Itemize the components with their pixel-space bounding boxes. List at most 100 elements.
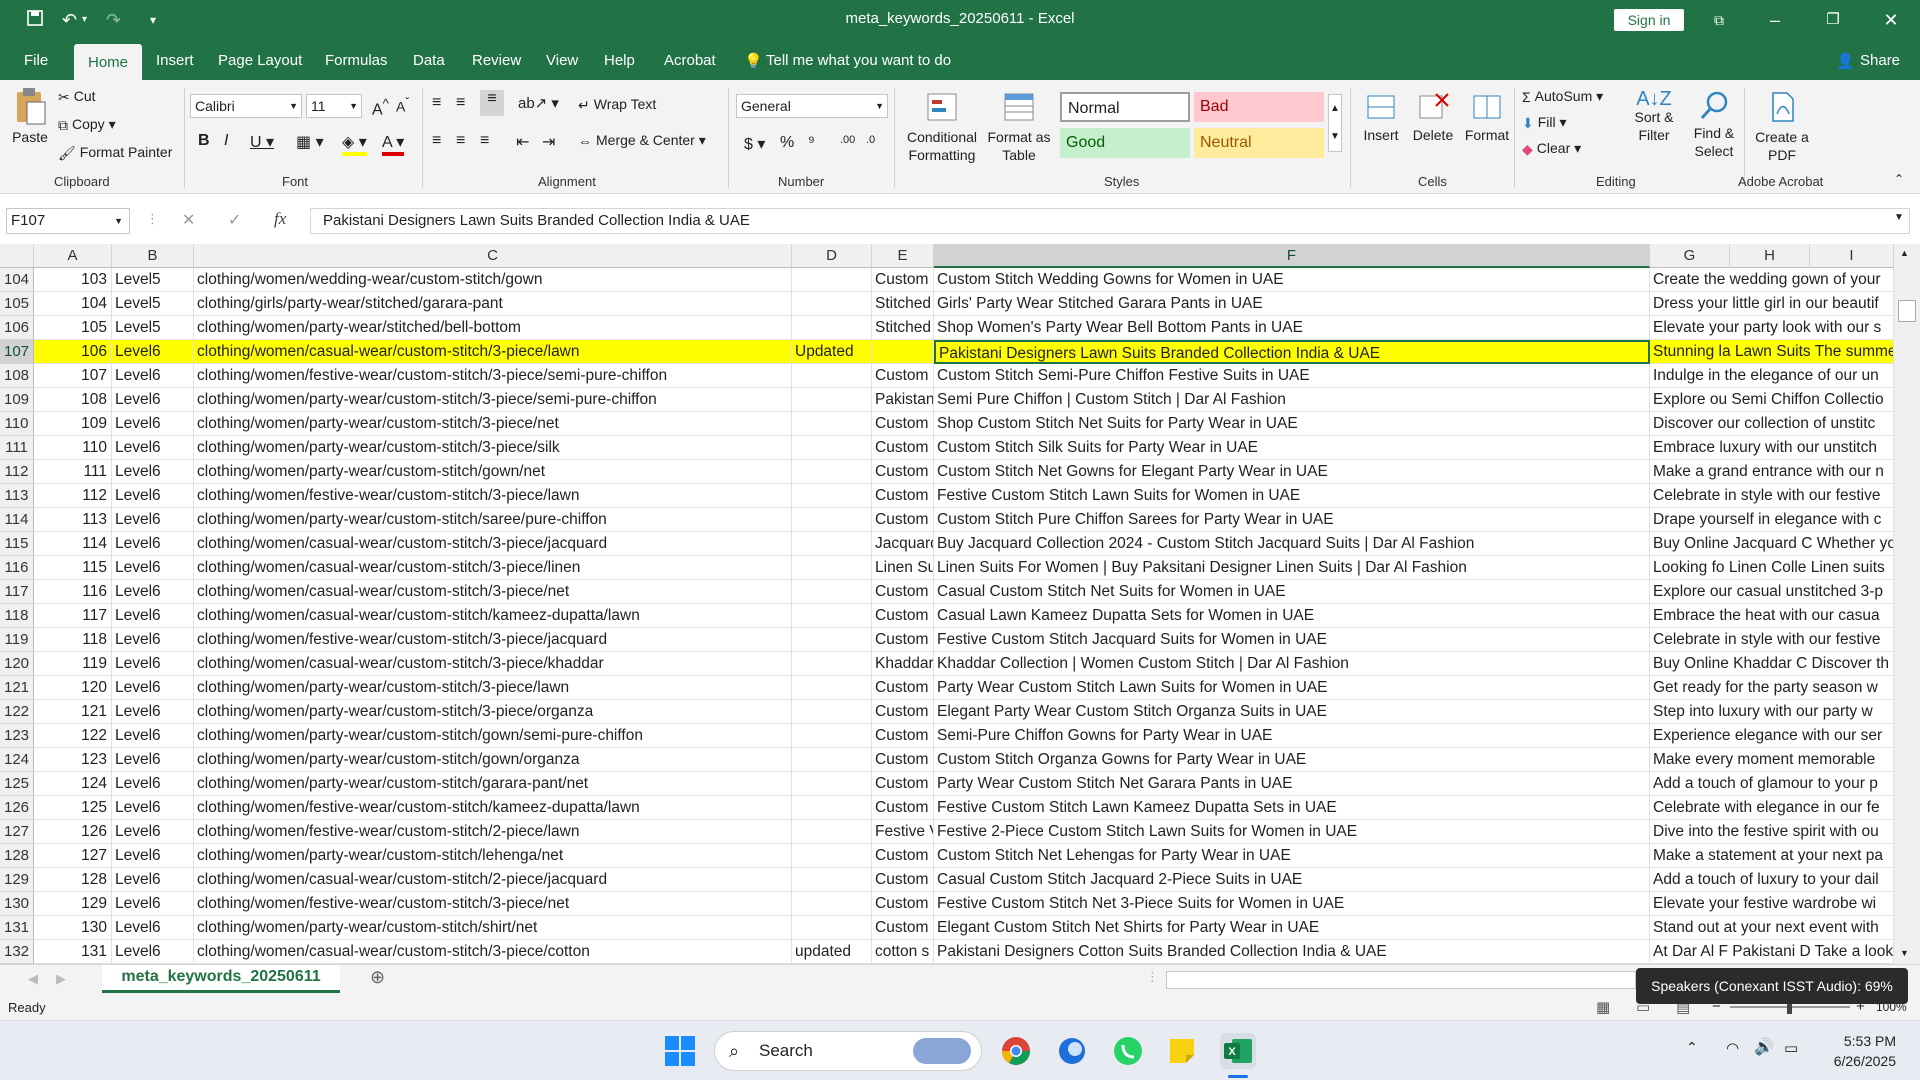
enter-icon[interactable]: ✓ xyxy=(228,210,241,230)
cell-f[interactable]: Shop Custom Stitch Net Suits for Party W… xyxy=(934,412,1650,436)
cell-d[interactable] xyxy=(792,652,872,676)
row-header[interactable]: 112 xyxy=(0,460,34,484)
font-color-icon[interactable]: A ▾ xyxy=(382,132,405,156)
cell-c[interactable]: clothing/women/festive-wear/custom-stitc… xyxy=(194,628,792,652)
cell-g[interactable]: Stunning la Lawn Suits The summe xyxy=(1650,340,1894,364)
align-right-icon[interactable]: ≡ xyxy=(480,132,489,150)
cell-a[interactable]: 112 xyxy=(34,484,112,508)
style-normal[interactable]: Normal xyxy=(1060,92,1190,122)
collapse-ribbon-icon[interactable]: ⌃ xyxy=(1894,172,1904,186)
cell-f[interactable]: Custom Stitch Pure Chiffon Sarees for Pa… xyxy=(934,508,1650,532)
row-header[interactable]: 107 xyxy=(0,340,34,364)
row-header[interactable]: 113 xyxy=(0,484,34,508)
cell-b[interactable]: Level6 xyxy=(112,676,194,700)
cell-g[interactable]: Step into luxury with our party w xyxy=(1650,700,1894,724)
row-header[interactable]: 104 xyxy=(0,268,34,292)
underline-icon[interactable]: U ▾ xyxy=(250,132,274,152)
cell-c[interactable]: clothing/women/party-wear/custom-stitch/… xyxy=(194,700,792,724)
cell-a[interactable]: 103 xyxy=(34,268,112,292)
decrease-font-icon[interactable]: Aˇ xyxy=(396,96,409,115)
cell-b[interactable]: Level6 xyxy=(112,388,194,412)
cell-c[interactable]: clothing/women/casual-wear/custom-stitch… xyxy=(194,556,792,580)
column-header-a[interactable]: A xyxy=(34,244,112,268)
font-name-select[interactable]: Calibri ▼ xyxy=(190,94,302,118)
cell-b[interactable]: Level6 xyxy=(112,748,194,772)
tab-help[interactable]: Help xyxy=(604,52,635,69)
cell-e[interactable]: Linen Su xyxy=(872,556,934,580)
cell-b[interactable]: Level6 xyxy=(112,796,194,820)
increase-decimal-icon[interactable]: .00 xyxy=(840,134,855,146)
horizontal-scrollbar[interactable] xyxy=(1166,971,1636,989)
cell-b[interactable]: Level5 xyxy=(112,292,194,316)
font-size-select[interactable]: 11 ▼ xyxy=(306,94,362,118)
cell-e[interactable]: Jacquard xyxy=(872,532,934,556)
cell-c[interactable]: clothing/girls/party-wear/stitched/garar… xyxy=(194,292,792,316)
column-header-e[interactable]: E xyxy=(872,244,934,268)
cell-d[interactable]: Updated xyxy=(792,340,872,364)
cell-e[interactable]: Custom xyxy=(872,628,934,652)
cell-e[interactable]: Pakistan xyxy=(872,388,934,412)
cell-a[interactable]: 113 xyxy=(34,508,112,532)
cell-e[interactable]: Custom xyxy=(872,676,934,700)
cell-e[interactable]: Custom xyxy=(872,796,934,820)
number-format-select[interactable]: General ▼ xyxy=(736,94,888,118)
percent-icon[interactable]: % xyxy=(780,134,794,152)
scroll-thumb[interactable] xyxy=(1898,300,1916,322)
cell-c[interactable]: clothing/women/party-wear/custom-stitch/… xyxy=(194,772,792,796)
cell-b[interactable]: Level6 xyxy=(112,892,194,916)
taskbar-search[interactable]: ⌕ Search xyxy=(714,1031,982,1071)
cell-b[interactable]: Level6 xyxy=(112,508,194,532)
cell-a[interactable]: 129 xyxy=(34,892,112,916)
whatsapp-icon[interactable] xyxy=(1110,1033,1146,1069)
cell-b[interactable]: Level6 xyxy=(112,652,194,676)
cell-c[interactable]: clothing/women/party-wear/custom-stitch/… xyxy=(194,676,792,700)
row-header[interactable]: 110 xyxy=(0,412,34,436)
fill-color-icon[interactable]: ◈ ▾ xyxy=(342,132,367,156)
cell-g[interactable]: Dress your little girl in our beautif xyxy=(1650,292,1894,316)
cell-g[interactable]: Discover our collection of unstitc xyxy=(1650,412,1894,436)
cell-a[interactable]: 117 xyxy=(34,604,112,628)
delete-cells-button[interactable]: Delete xyxy=(1408,90,1458,143)
cell-a[interactable]: 125 xyxy=(34,796,112,820)
conditional-formatting-button[interactable]: Conditional Formatting xyxy=(900,90,984,164)
cell-f[interactable]: Festive Custom Stitch Jacquard Suits for… xyxy=(934,628,1650,652)
cell-b[interactable]: Level6 xyxy=(112,628,194,652)
style-good[interactable]: Good xyxy=(1060,128,1190,158)
browser-icon[interactable] xyxy=(1054,1033,1090,1069)
row-header[interactable]: 123 xyxy=(0,724,34,748)
speaker-icon[interactable]: 🔊 xyxy=(1754,1037,1774,1057)
cell-d[interactable] xyxy=(792,316,872,340)
spreadsheet-grid[interactable]: A B C D E F G H I 104 103 Level5 clothing/w… xyxy=(0,244,1920,964)
cell-d[interactable] xyxy=(792,796,872,820)
sort-filter-button[interactable]: A↓Z Sort & Filter xyxy=(1626,89,1682,144)
tab-formulas[interactable]: Formulas xyxy=(325,52,388,69)
cell-g[interactable]: At Dar Al F Pakistani D Take a look xyxy=(1650,940,1894,964)
cell-d[interactable] xyxy=(792,892,872,916)
cut-button[interactable]: ✂ Cut xyxy=(58,88,96,106)
excel-icon[interactable]: X xyxy=(1220,1033,1256,1069)
row-header[interactable]: 130 xyxy=(0,892,34,916)
cell-e[interactable]: Custom xyxy=(872,268,934,292)
cell-d[interactable] xyxy=(792,724,872,748)
cell-e[interactable]: Custom xyxy=(872,436,934,460)
cell-d[interactable] xyxy=(792,388,872,412)
cell-a[interactable]: 131 xyxy=(34,940,112,964)
cell-a[interactable]: 123 xyxy=(34,748,112,772)
cell-g[interactable]: Drape yourself in elegance with c xyxy=(1650,508,1894,532)
row-header[interactable]: 117 xyxy=(0,580,34,604)
cell-c[interactable]: clothing/women/casual-wear/custom-stitch… xyxy=(194,580,792,604)
cell-c[interactable]: clothing/women/party-wear/custom-stitch/… xyxy=(194,388,792,412)
cell-g[interactable]: Explore our casual unstitched 3-p xyxy=(1650,580,1894,604)
vertical-scrollbar[interactable]: ▲ ▼ xyxy=(1894,244,1920,964)
cell-a[interactable]: 110 xyxy=(34,436,112,460)
windows-start-icon[interactable] xyxy=(664,1035,696,1070)
cell-e[interactable]: cotton s xyxy=(872,940,934,964)
cell-a[interactable]: 104 xyxy=(34,292,112,316)
cell-b[interactable]: Level6 xyxy=(112,868,194,892)
tab-page-layout[interactable]: Page Layout xyxy=(218,52,302,69)
insert-cells-button[interactable]: Insert xyxy=(1356,90,1406,143)
cell-f[interactable]: Buy Jacquard Collection 2024 - Custom St… xyxy=(934,532,1650,556)
cell-a[interactable]: 118 xyxy=(34,628,112,652)
close-icon[interactable]: ✕ xyxy=(1876,6,1906,34)
cell-d[interactable] xyxy=(792,556,872,580)
